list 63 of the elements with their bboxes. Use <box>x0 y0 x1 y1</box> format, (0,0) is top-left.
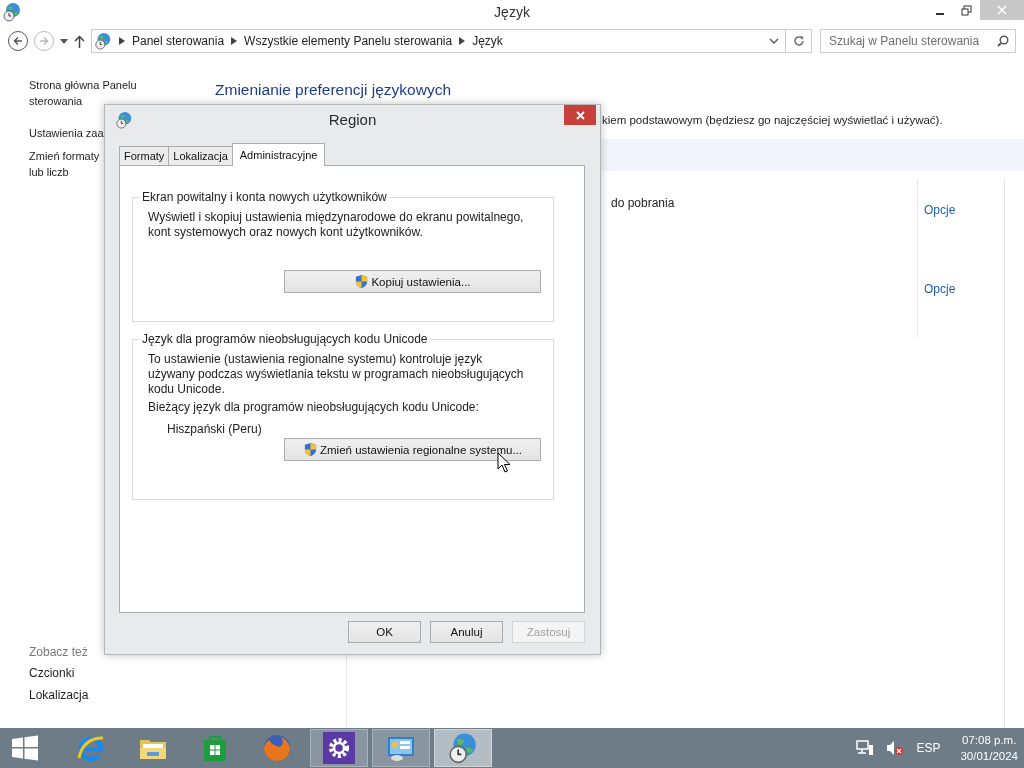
tab[interactable]: Formaty <box>119 146 170 165</box>
search-icon <box>997 35 1009 47</box>
breadcrumb-arrow-icon <box>459 37 466 45</box>
minimize-icon <box>935 13 944 15</box>
taskbar-app[interactable] <box>372 729 430 767</box>
group-description: To ustawienie (ustawienia regionalne systemu) kontroluje język używany podczas wyświetlania tekstu w programach nieobsługujących kodu Unicode. <box>148 352 525 397</box>
close-icon <box>997 5 1007 15</box>
speaker-muted-icon[interactable] <box>886 740 905 756</box>
breadcrumb-item[interactable]: Język <box>472 34 503 48</box>
options-link[interactable]: Opcje <box>924 203 956 217</box>
network-icon[interactable] <box>856 740 875 756</box>
see-also-heading: Zobacz też <box>29 645 88 659</box>
globe-clock-icon <box>447 732 479 764</box>
group-description: Wyświetl i skopiuj ustawienia międzynarodowe do ekranu powitalnego, kont systemowych oraz nowych kont użytkowników. <box>148 210 525 240</box>
clock[interactable]: 07:08 p.m. 30/01/2024 <box>960 732 1018 764</box>
windows-logo-icon <box>12 735 38 761</box>
tab[interactable]: Lokalizacja <box>168 146 233 165</box>
forward-arrow-icon <box>39 36 49 46</box>
see-also-link[interactable]: Czcionki <box>29 666 75 680</box>
region-app-icon <box>115 111 133 129</box>
dropdown-caret-icon[interactable] <box>60 38 68 44</box>
group-title: Ekran powitalny i konta nowych użytkowników <box>141 190 388 204</box>
window-title: Język <box>494 4 530 20</box>
restore-icon <box>961 4 972 16</box>
language-app-icon <box>2 1 22 22</box>
dialog-button[interactable]: OK <box>348 621 421 643</box>
language-status-text: do pobrania <box>611 196 675 210</box>
sidebar-link[interactable]: Strona główna Panelu sterowania <box>29 77 137 109</box>
breadcrumb-item[interactable]: Wszystkie elementy Panelu sterowania <box>244 34 453 48</box>
breadcrumb-arrow-icon <box>119 37 125 45</box>
sidebar-link[interactable]: Zmień formaty lub liczb <box>29 148 100 180</box>
see-also-link[interactable]: Lokalizacja <box>29 688 89 702</box>
gear-icon <box>323 732 355 764</box>
intro-text: kiem podstawowym (będziesz go najczęściej wyświetlać i używać). <box>602 114 943 126</box>
page-heading: Zmienianie preferencji językowych <box>215 81 452 99</box>
sidebar-link[interactable]: Ustawienia zaa <box>29 125 104 141</box>
breadcrumb-item[interactable]: Panel sterowania <box>132 34 225 48</box>
taskbar-app[interactable] <box>434 729 492 767</box>
dialog-button[interactable]: Anuluj <box>430 621 503 643</box>
close-icon <box>575 110 585 120</box>
input-language-indicator[interactable]: ESP <box>916 741 941 755</box>
refresh-icon <box>792 35 805 47</box>
dialog-close-button[interactable] <box>564 105 596 125</box>
current-language-value: Hiszpański (Peru) <box>167 422 262 436</box>
options-link[interactable]: Opcje <box>924 282 956 296</box>
search-field[interactable]: Szukaj w Panelu sterowania <box>820 29 1016 53</box>
admin-action-button[interactable]: Zmień ustawienia regionalne systemu... <box>284 438 541 461</box>
refresh-button[interactable] <box>786 29 812 53</box>
taskbar-app[interactable] <box>310 729 368 767</box>
shield-icon <box>354 274 370 289</box>
address-bar[interactable]: Panel sterowania Wszystkie elementy Panelu sterowania Język <box>91 29 786 53</box>
current-language-label: Bieżący język dla programów nieobsługujących kodu Unicode: <box>148 400 479 414</box>
admin-action-button[interactable]: Kopiuj ustawienia... <box>284 270 541 293</box>
tab[interactable]: Administracyjne <box>231 143 326 166</box>
up-arrow-icon[interactable] <box>74 34 85 48</box>
group-title: Język dla programów nieobsługujących kodu Unicode <box>141 332 429 346</box>
back-arrow-icon <box>13 36 23 46</box>
chevron-down-icon[interactable] <box>769 38 779 44</box>
fox-globe-icon <box>261 732 293 764</box>
dialog-title: Region <box>328 111 377 128</box>
breadcrumb-arrow-icon <box>231 37 238 45</box>
location-icon <box>94 32 112 50</box>
shield-icon <box>303 442 318 457</box>
